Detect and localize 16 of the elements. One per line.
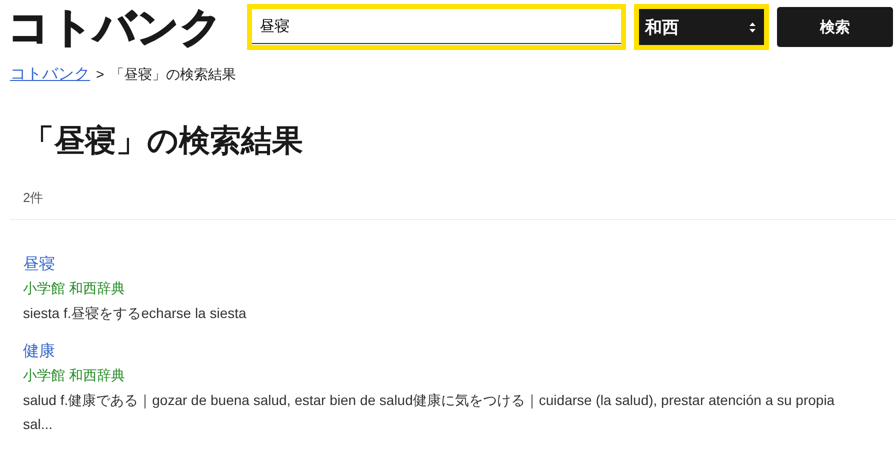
result-source: 小学館 和西辞典: [23, 367, 126, 385]
breadcrumb-link[interactable]: コトバンク: [10, 64, 90, 85]
page-heading: 「昼寝」の検索結果: [23, 122, 304, 160]
search-field[interactable]: 昼寝: [246, 4, 626, 50]
result-source: 小学館 和西辞典: [23, 280, 126, 298]
search-button[interactable]: 検索: [776, 7, 894, 47]
result-title-link[interactable]: 昼寝: [23, 254, 55, 275]
result-count: 2件: [23, 189, 44, 207]
site-logo[interactable]: コトバンク: [8, 2, 239, 52]
breadcrumb-separator: >: [96, 66, 104, 82]
result-description: salud f.健康である｜gozar de buena salud, estar bien de salud健康に気をつける｜cuidarse (la salud), prestar atención a su propia sal...: [23, 391, 836, 434]
result-title-link[interactable]: 健康: [23, 341, 55, 362]
breadcrumb-current: 「昼寝」の検索結果: [110, 66, 236, 84]
sort-arrows-icon: [748, 22, 756, 32]
result-description: siesta f.昼寝をするecharse la siesta: [23, 304, 248, 323]
dictionary-select[interactable]: 和西: [634, 4, 769, 50]
